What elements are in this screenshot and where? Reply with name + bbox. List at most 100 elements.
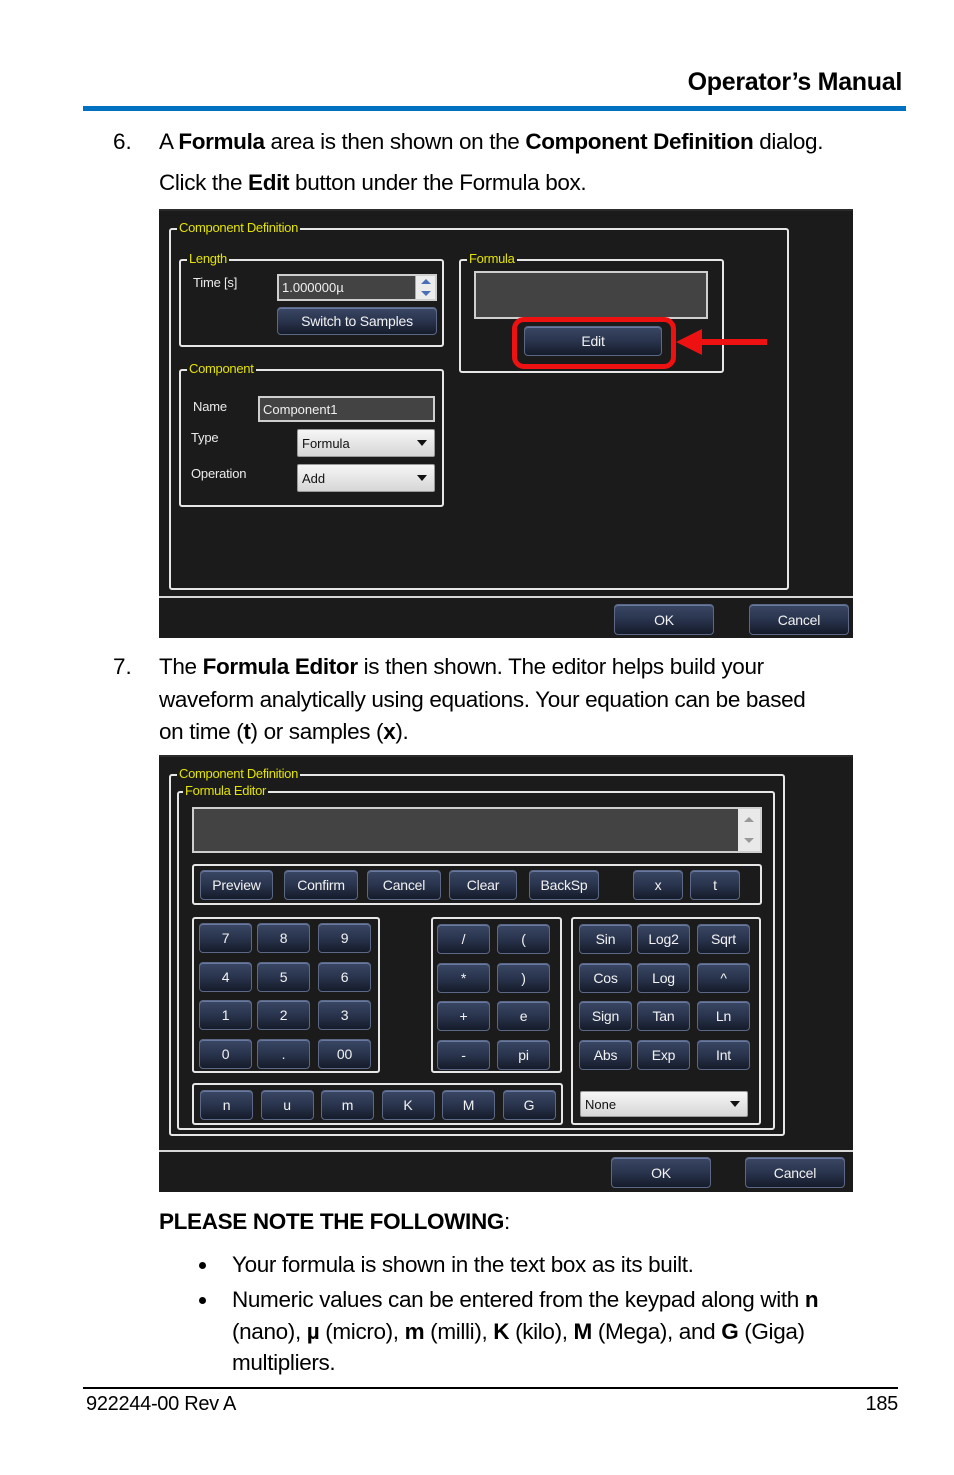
text-run: button under the Formula box. <box>289 170 587 195</box>
highlight-ring <box>512 317 676 369</box>
type-select[interactable]: Formula <box>297 429 435 457</box>
text-run: Your formula is shown in the text box as… <box>232 1252 694 1277</box>
switch-to-samples-button[interactable]: Switch to Samples <box>277 307 437 335</box>
multiplier-button[interactable]: m <box>321 1090 374 1120</box>
formula-textarea[interactable] <box>192 807 762 853</box>
digit-button[interactable]: 0 <box>199 1038 252 1069</box>
operation-value: Add <box>302 470 326 486</box>
action-backsp-button[interactable]: BackSp <box>529 870 599 900</box>
note-heading: PLEASE NOTE THE FOLLOWING: <box>159 1206 510 1239</box>
operator-button[interactable]: / <box>437 924 490 954</box>
action-clear-button[interactable]: Clear <box>449 870 517 900</box>
note-heading-colon: : <box>504 1209 510 1234</box>
time-label: Time [s] <box>193 275 238 290</box>
operator-button[interactable]: e <box>497 1001 550 1031</box>
function-sign-button[interactable]: Sign <box>579 1001 632 1031</box>
operator-button[interactable]: - <box>437 1039 490 1070</box>
multiplier-button[interactable]: n <box>200 1090 253 1120</box>
function-sqrt-button[interactable]: Sqrt <box>697 924 750 954</box>
bold-term: Formula Editor <box>202 654 358 679</box>
function-log-button[interactable]: Log <box>637 962 690 993</box>
action-preview-button[interactable]: Preview <box>200 870 273 900</box>
name-label: Name <box>193 399 227 414</box>
operator-button[interactable]: * <box>437 962 490 993</box>
component-group: Component Name Component1 Type Formula O… <box>179 361 444 507</box>
note-bullet-2-line-3: multipliers. <box>232 1347 336 1380</box>
step-6-line-1: A Formula area is then shown on the Comp… <box>159 126 823 159</box>
bold-term: µ <box>306 1319 320 1344</box>
running-header-title: Operator’s Manual <box>687 68 903 96</box>
operation-select[interactable]: Add <box>297 464 435 492</box>
step-7-number: 7. <box>113 654 132 679</box>
function-tan-button[interactable]: Tan <box>637 1001 690 1031</box>
ok-button[interactable]: OK <box>614 604 714 635</box>
digit-button[interactable]: 8 <box>257 923 310 953</box>
bold-term: m <box>404 1319 425 1344</box>
scroll-up-icon[interactable] <box>744 817 754 822</box>
text-run: multipliers. <box>232 1350 336 1375</box>
formula-display[interactable] <box>474 271 708 319</box>
bold-term: Component Definition <box>525 129 754 154</box>
function-exp-button[interactable]: Exp <box>637 1039 690 1070</box>
time-input[interactable]: 1.000000µ <box>277 274 437 301</box>
formula-editor-legend: Formula Editor <box>183 783 269 799</box>
bold-term: M <box>573 1319 593 1344</box>
operator-button[interactable]: ) <box>497 962 550 993</box>
step-7-line-1: The Formula Editor is then shown. The ed… <box>159 651 764 684</box>
preset-value: None <box>585 1096 617 1112</box>
spin-up-icon[interactable] <box>420 279 431 285</box>
operator-button[interactable]: pi <box>497 1039 550 1070</box>
cancel-button[interactable]: Cancel <box>749 604 849 635</box>
function-cos-button[interactable]: Cos <box>579 962 632 993</box>
name-input[interactable]: Component1 <box>258 396 435 422</box>
length-group: Length Time [s] 1.000000µ Switch to Samp… <box>179 251 444 347</box>
multiplier-button[interactable]: u <box>260 1090 314 1120</box>
digit-button[interactable]: . <box>257 1038 310 1069</box>
function-int-button[interactable]: Int <box>697 1039 750 1070</box>
action-cancel-button[interactable]: Cancel <box>367 870 441 900</box>
action-confirm-button[interactable]: Confirm <box>284 870 358 900</box>
formula-editor-screenshot: Component Definition Formula Editor None… <box>159 755 853 1192</box>
operator-button[interactable]: + <box>437 1001 490 1031</box>
cancel-button[interactable]: Cancel <box>745 1157 845 1188</box>
text-run: (Giga) <box>738 1319 805 1344</box>
preset-select[interactable]: None <box>580 1091 748 1117</box>
spin-down-icon[interactable] <box>420 290 431 296</box>
operator-button[interactable]: ( <box>497 924 550 954</box>
text-run: on time ( <box>159 719 244 744</box>
step-7-line-2: waveform analytically using equations. Y… <box>159 684 806 717</box>
digit-button[interactable]: 3 <box>318 1000 371 1030</box>
bold-term: Formula <box>178 129 265 154</box>
text-run: A <box>159 129 179 154</box>
doc-id: 922244-00 Rev A <box>86 1393 237 1415</box>
digit-button[interactable]: 7 <box>199 923 252 953</box>
digit-button[interactable]: 00 <box>318 1038 371 1069</box>
function-abs-button[interactable]: Abs <box>579 1039 632 1070</box>
digit-button[interactable]: 5 <box>257 961 310 992</box>
formula-scrollbar[interactable] <box>738 809 760 851</box>
variable-x-button[interactable]: x <box>633 870 683 900</box>
digit-button[interactable]: 4 <box>199 961 252 992</box>
note-bullet-2-line-1: Numeric values can be entered from the k… <box>232 1284 819 1317</box>
function-ln-button[interactable]: Ln <box>697 1001 750 1031</box>
scroll-down-icon[interactable] <box>744 838 754 843</box>
variable-t-button[interactable]: t <box>690 870 740 900</box>
digit-button[interactable]: 2 <box>257 1000 310 1030</box>
digit-button[interactable]: 6 <box>318 961 371 992</box>
function-power-button[interactable]: ^ <box>697 962 750 993</box>
screenshot-top-edge <box>159 755 853 757</box>
digit-button[interactable]: 9 <box>318 923 371 953</box>
header-rule <box>83 106 906 111</box>
time-spinner[interactable] <box>415 276 435 299</box>
digit-button[interactable]: 1 <box>199 1000 252 1030</box>
component-definition-legend: Component Definition <box>177 766 301 782</box>
function-sin-button[interactable]: Sin <box>579 924 632 954</box>
function-log2-button[interactable]: Log2 <box>637 924 690 954</box>
text-run: (kilo), <box>509 1319 574 1344</box>
multiplier-button[interactable]: G <box>502 1090 556 1120</box>
multiplier-button[interactable]: K <box>381 1090 435 1120</box>
text-run: area is then shown on the <box>264 129 526 154</box>
multiplier-button[interactable]: M <box>442 1090 495 1120</box>
note-bullet-1: Your formula is shown in the text box as… <box>232 1249 694 1282</box>
ok-button[interactable]: OK <box>611 1157 711 1188</box>
